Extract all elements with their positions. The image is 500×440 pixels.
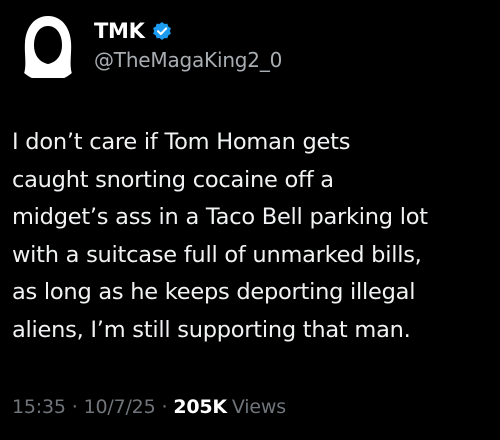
- tweet-text: I don’t care if Tom Homan gets caught sn…: [12, 124, 496, 349]
- tweet-date[interactable]: 10/7/25: [84, 396, 156, 418]
- avatar[interactable]: [12, 10, 84, 82]
- verified-badge-icon[interactable]: [151, 20, 173, 42]
- tweet-meta: 15:35 · 10/7/25 · 205K Views: [12, 394, 286, 420]
- views-label: Views: [231, 396, 286, 418]
- tweet-card: TMK @TheMagaKing2_0 I don’t care if Tom …: [0, 0, 500, 440]
- tweet-text-line: midget’s ass in a Taco Bell parking lot: [12, 204, 428, 230]
- meta-separator: ·: [71, 396, 78, 418]
- tweet-time[interactable]: 15:35: [12, 396, 66, 418]
- display-name[interactable]: TMK: [94, 19, 145, 43]
- author-names: TMK @TheMagaKing2_0: [94, 18, 484, 72]
- tweet-text-line: aliens, I’m still supporting that man.: [12, 316, 411, 343]
- hooded-figure-icon: [12, 10, 84, 82]
- meta-separator: ·: [161, 396, 168, 418]
- display-name-row: TMK: [94, 18, 484, 44]
- tweet-text-line: as long as he keeps deporting illegal: [12, 279, 416, 305]
- tweet-text-line: caught snorting cocaine off a: [12, 166, 334, 193]
- tweet-header: TMK @TheMagaKing2_0: [12, 10, 488, 82]
- tweet-text-line: with a suitcase full of unmarked bills,: [12, 241, 422, 268]
- views-count[interactable]: 205K: [173, 396, 227, 418]
- author-handle[interactable]: @TheMagaKing2_0: [94, 48, 484, 72]
- tweet-text-line: I don’t care if Tom Homan gets: [12, 129, 351, 155]
